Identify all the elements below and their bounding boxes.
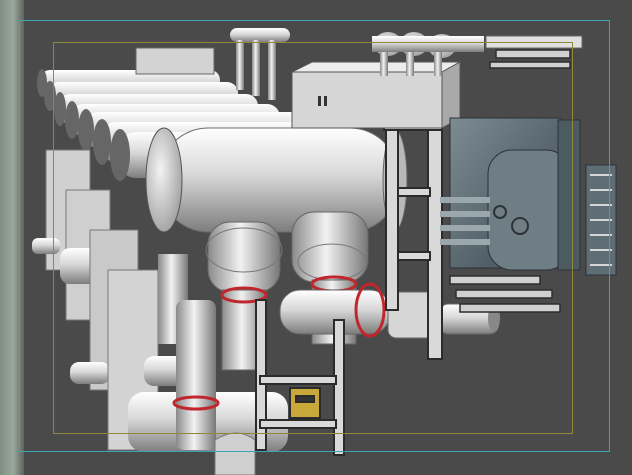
main-breaker-chamber — [145, 127, 408, 233]
switchgear-3d-model[interactable] — [0, 0, 632, 475]
rear-transformer-unit — [440, 117, 617, 276]
3d-viewport[interactable] — [0, 0, 632, 475]
